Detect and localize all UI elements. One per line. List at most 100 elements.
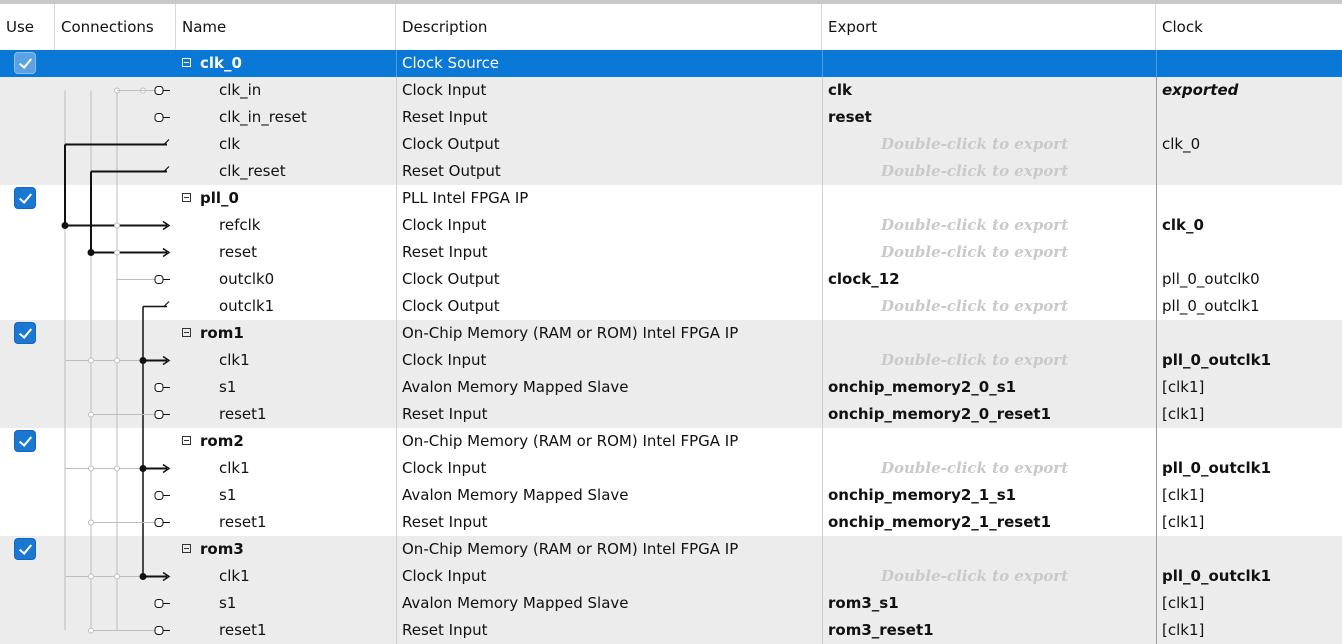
clock-cell[interactable] <box>1156 50 1342 77</box>
use-cell <box>0 266 55 293</box>
export-cell[interactable]: rom3_s1 <box>822 590 1156 617</box>
interface-row[interactable]: clk1 Clock Input Double-click to export pll… <box>0 455 1342 482</box>
interface-row[interactable]: clk Clock Output Double-click to export clk… <box>0 131 1342 158</box>
interface-row[interactable]: s1 Avalon Memory Mapped Slave rom3_s1 [clk1… <box>0 590 1342 617</box>
component-row-pll_0[interactable]: pll_0 PLL Intel FPGA IP <box>0 185 1342 212</box>
description-cell: On-Chip Memory (RAM or ROM) Intel FPGA I… <box>396 428 822 455</box>
collapse-icon[interactable] <box>182 436 191 445</box>
clock-cell[interactable]: pll_0_outclk1 <box>1156 293 1342 320</box>
interface-row[interactable]: clk1 Clock Input Double-click to export pll… <box>0 563 1342 590</box>
column-header-name[interactable]: Name <box>176 4 396 50</box>
export-cell[interactable]: onchip_memory2_0_reset1 <box>822 401 1156 428</box>
clock-cell[interactable]: clk_0 <box>1156 212 1342 239</box>
clock-cell[interactable]: exported <box>1156 77 1342 104</box>
component-row-clk_0[interactable]: clk_0 Clock Source <box>0 50 1342 77</box>
export-hint[interactable]: Double-click to export <box>822 212 1156 239</box>
component-row-rom2[interactable]: rom2 On-Chip Memory (RAM or ROM) Intel FP… <box>0 428 1342 455</box>
use-cell <box>0 293 55 320</box>
interface-row[interactable]: reset Reset Input Double-click to export <box>0 239 1342 266</box>
interface-name: clk <box>219 135 241 153</box>
clock-cell[interactable] <box>1156 104 1342 131</box>
export-hint[interactable]: Double-click to export <box>822 239 1156 266</box>
interface-name: clk1 <box>219 567 250 585</box>
interface-row[interactable]: clk_in_reset Reset Input reset <box>0 104 1342 131</box>
clock-cell[interactable]: pll_0_outclk1 <box>1156 563 1342 590</box>
export-cell[interactable]: reset <box>822 104 1156 131</box>
interface-row[interactable]: reset1 Reset Input rom3_reset1 [clk1] <box>0 617 1342 644</box>
clock-cell[interactable]: pll_0_outclk0 <box>1156 266 1342 293</box>
column-header-export[interactable]: Export <box>822 4 1156 50</box>
export-cell[interactable]: onchip_memory2_0_s1 <box>822 374 1156 401</box>
column-header-use[interactable]: Use <box>0 4 55 50</box>
interface-row[interactable]: clk1 Clock Input Double-click to export pll… <box>0 347 1342 374</box>
name-cell: reset1 <box>176 401 396 428</box>
clock-cell[interactable] <box>1156 158 1342 185</box>
export-hint[interactable]: Double-click to export <box>822 347 1156 374</box>
use-cell <box>0 77 55 104</box>
name-cell: clk <box>176 131 396 158</box>
clock-cell[interactable] <box>1156 185 1342 212</box>
export-cell[interactable]: clock_12 <box>822 266 1156 293</box>
interface-row[interactable]: s1 Avalon Memory Mapped Slave onchip_memor… <box>0 482 1342 509</box>
interface-name: clk1 <box>219 351 250 369</box>
export-cell[interactable]: onchip_memory2_1_reset1 <box>822 509 1156 536</box>
use-checkbox[interactable] <box>14 538 36 560</box>
use-checkbox[interactable] <box>14 52 36 74</box>
interface-row[interactable]: refclk Clock Input Double-click to export c… <box>0 212 1342 239</box>
clock-cell[interactable] <box>1156 239 1342 266</box>
interface-row[interactable]: reset1 Reset Input onchip_memory2_0_reset1… <box>0 401 1342 428</box>
clock-cell[interactable] <box>1156 536 1342 563</box>
export-cell[interactable]: rom3_reset1 <box>822 617 1156 644</box>
clock-cell[interactable]: [clk1] <box>1156 617 1342 644</box>
component-row-rom1[interactable]: rom1 On-Chip Memory (RAM or ROM) Intel FP… <box>0 320 1342 347</box>
clock-cell[interactable]: [clk1] <box>1156 374 1342 401</box>
export-hint[interactable]: Double-click to export <box>822 158 1156 185</box>
description-cell: Avalon Memory Mapped Slave <box>396 482 822 509</box>
export-cell[interactable]: clk <box>822 77 1156 104</box>
export-cell[interactable] <box>822 50 1156 77</box>
description-cell: Avalon Memory Mapped Slave <box>396 374 822 401</box>
column-header-clock[interactable]: Clock <box>1156 4 1342 50</box>
clock-cell[interactable]: pll_0_outclk1 <box>1156 455 1342 482</box>
interface-row[interactable]: reset1 Reset Input onchip_memory2_1_reset1… <box>0 509 1342 536</box>
collapse-icon[interactable] <box>182 193 191 202</box>
collapse-icon[interactable] <box>182 58 191 67</box>
description-cell: Reset Input <box>396 617 822 644</box>
clock-cell[interactable] <box>1156 320 1342 347</box>
interface-row[interactable]: s1 Avalon Memory Mapped Slave onchip_memor… <box>0 374 1342 401</box>
export-hint[interactable]: Double-click to export <box>822 131 1156 158</box>
description-cell: Avalon Memory Mapped Slave <box>396 590 822 617</box>
use-checkbox[interactable] <box>14 322 36 344</box>
export-hint[interactable]: Double-click to export <box>822 563 1156 590</box>
clock-cell[interactable]: [clk1] <box>1156 482 1342 509</box>
export-cell[interactable] <box>822 320 1156 347</box>
export-cell[interactable] <box>822 428 1156 455</box>
component-row-rom3[interactable]: rom3 On-Chip Memory (RAM or ROM) Intel FP… <box>0 536 1342 563</box>
clock-cell[interactable] <box>1156 428 1342 455</box>
export-cell[interactable] <box>822 536 1156 563</box>
clock-cell[interactable]: [clk1] <box>1156 590 1342 617</box>
export-cell[interactable] <box>822 185 1156 212</box>
export-hint[interactable]: Double-click to export <box>822 455 1156 482</box>
use-cell <box>0 347 55 374</box>
column-header-description[interactable]: Description <box>396 4 822 50</box>
clock-cell[interactable]: [clk1] <box>1156 401 1342 428</box>
interface-row[interactable]: clk_reset Reset Output Double-click to exp… <box>0 158 1342 185</box>
use-checkbox[interactable] <box>14 187 36 209</box>
collapse-icon[interactable] <box>182 544 191 553</box>
clock-cell[interactable]: pll_0_outclk1 <box>1156 347 1342 374</box>
interface-row[interactable]: outclk1 Clock Output Double-click to expor… <box>0 293 1342 320</box>
use-cell <box>0 158 55 185</box>
export-hint[interactable]: Double-click to export <box>822 293 1156 320</box>
clock-cell[interactable]: clk_0 <box>1156 131 1342 158</box>
column-header-connections[interactable]: Connections <box>55 4 176 50</box>
use-cell <box>0 455 55 482</box>
use-cell <box>0 401 55 428</box>
clock-cell[interactable]: [clk1] <box>1156 509 1342 536</box>
collapse-icon[interactable] <box>182 328 191 337</box>
interface-row[interactable]: clk_in Clock Input clk exported <box>0 77 1342 104</box>
use-cell <box>0 563 55 590</box>
use-checkbox[interactable] <box>14 430 36 452</box>
interface-row[interactable]: outclk0 Clock Output clock_12 pll_0_outclk0 <box>0 266 1342 293</box>
export-cell[interactable]: onchip_memory2_1_s1 <box>822 482 1156 509</box>
